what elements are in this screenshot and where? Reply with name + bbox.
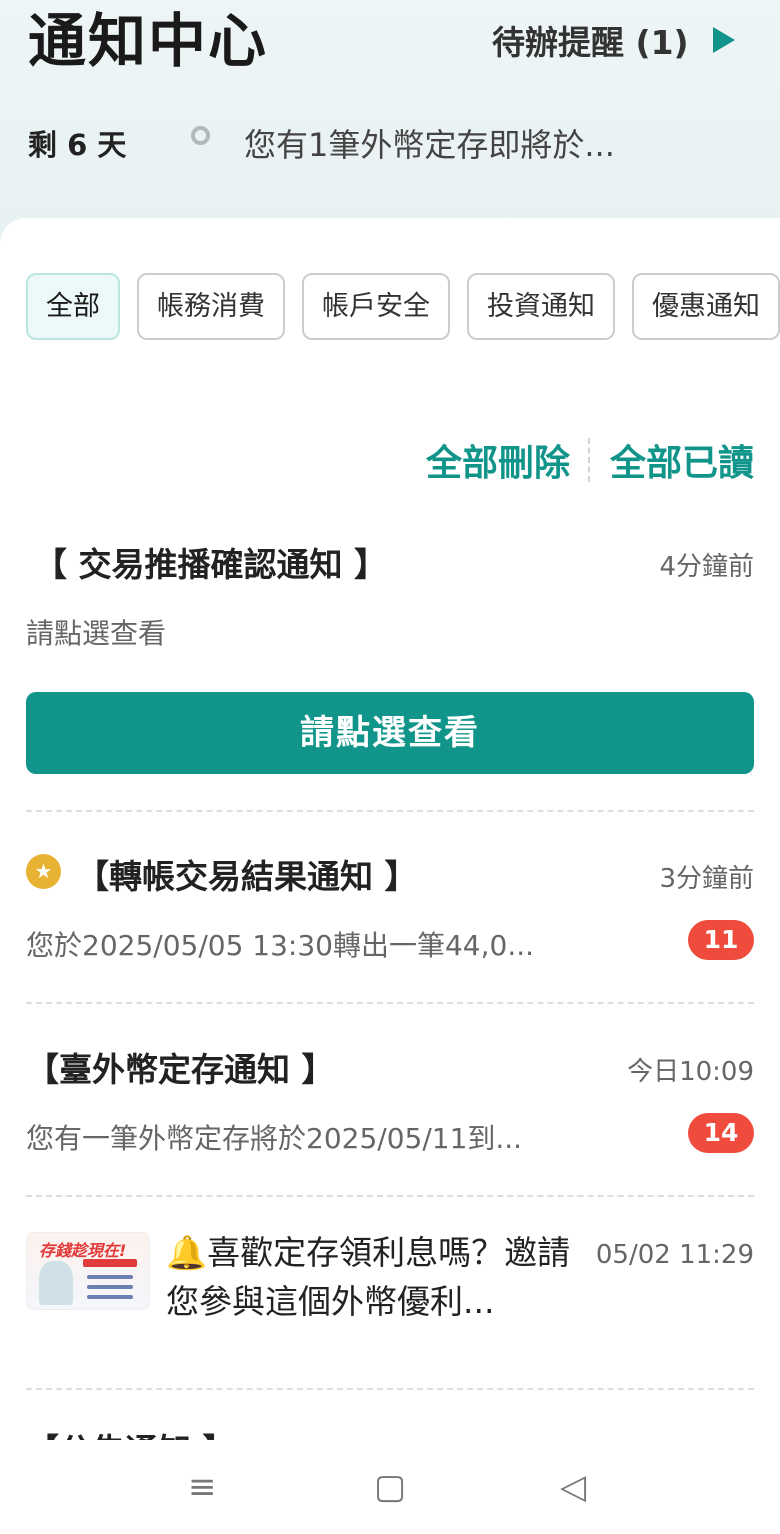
todo-text[interactable]: 您有1筆外幣定存即將於...	[244, 120, 615, 166]
action-divider	[587, 438, 592, 482]
days-left: 剩 6 天	[28, 128, 127, 162]
view-detail-button[interactable]: 請點選查看	[26, 692, 754, 774]
bulk-actions: 全部刪除 全部已讀	[426, 434, 754, 486]
notification-title: 【轉帳交易結果通知 】	[76, 857, 418, 896]
delete-all-button[interactable]: 全部刪除	[426, 434, 570, 486]
notification-time: 4分鐘前	[659, 552, 754, 582]
unread-badge: 11	[688, 920, 754, 960]
page-title: 通知中心	[28, 7, 269, 75]
divider	[26, 1195, 754, 1197]
home-icon[interactable]: ▢	[374, 1470, 406, 1504]
promo-rate-line	[87, 1275, 133, 1279]
promo-thumbnail-title: 存錢趁現在!	[39, 1241, 127, 1260]
notification-panel: 全部 帳務消費 帳戶安全 投資通知 優惠通知 全部刪除 全部已讀 【 交易推播確…	[0, 218, 780, 1534]
notification-item[interactable]: ★ 【轉帳交易結果通知 】 3分鐘前 您於2025/05/05 13:30轉出一…	[26, 850, 754, 964]
filter-tabs: 全部 帳務消費 帳戶安全 投資通知 優惠通知	[26, 273, 780, 340]
divider	[26, 1388, 754, 1390]
unread-badge: 14	[688, 1113, 754, 1153]
notification-item[interactable]: 【臺外幣定存通知 】 今日10:09 您有一筆外幣定存將於2025/05/11到…	[26, 1043, 754, 1157]
promo-banner-bar	[83, 1259, 137, 1267]
notification-title: 【 交易推播確認通知 】	[34, 545, 387, 584]
notification-body: 您於2025/05/05 13:30轉出一筆44,0...	[26, 929, 535, 962]
tab-security[interactable]: 帳戶安全	[302, 273, 450, 340]
notification-body: 請點選查看	[26, 617, 167, 650]
notification-title: 🔔喜歡定存領利息嗎？邀請您參與這個外幣優利...	[166, 1233, 571, 1321]
todo-reminder-label: 待辦提醒 (1)	[492, 23, 689, 62]
system-navbar: ≡ ▢ ◁	[0, 1440, 780, 1534]
tab-investment[interactable]: 投資通知	[467, 273, 615, 340]
notification-body: 您有一筆外幣定存將於2025/05/11到...	[26, 1122, 523, 1155]
divider	[26, 810, 754, 812]
notification-time: 3分鐘前	[659, 864, 754, 894]
menu-icon[interactable]: ≡	[188, 1470, 217, 1504]
promo-rate-line	[87, 1295, 133, 1299]
promo-thumbnail: 存錢趁現在!	[26, 1232, 150, 1310]
notification-item[interactable]: 存錢趁現在! 🔔喜歡定存領利息嗎？邀請您參與這個外幣優利... 05/02 11…	[26, 1232, 754, 1352]
back-icon[interactable]: ◁	[560, 1470, 586, 1504]
statue-figure	[39, 1261, 73, 1305]
divider	[26, 1002, 754, 1004]
tab-offers[interactable]: 優惠通知	[632, 273, 780, 340]
notification-time: 今日10:09	[627, 1057, 754, 1087]
notification-item[interactable]: 【 交易推播確認通知 】 4分鐘前 請點選查看	[26, 538, 754, 652]
tab-billing[interactable]: 帳務消費	[137, 273, 285, 340]
radio-icon[interactable]	[191, 126, 210, 145]
todo-reminder-link[interactable]: 待辦提醒 (1)	[492, 16, 735, 64]
play-arrow-icon	[712, 27, 735, 53]
notification-time: 05/02 11:29	[595, 1240, 754, 1270]
tab-all[interactable]: 全部	[26, 273, 120, 340]
pin-icon: ★	[26, 854, 61, 889]
read-all-button[interactable]: 全部已讀	[610, 434, 754, 486]
promo-rate-line	[87, 1285, 133, 1289]
